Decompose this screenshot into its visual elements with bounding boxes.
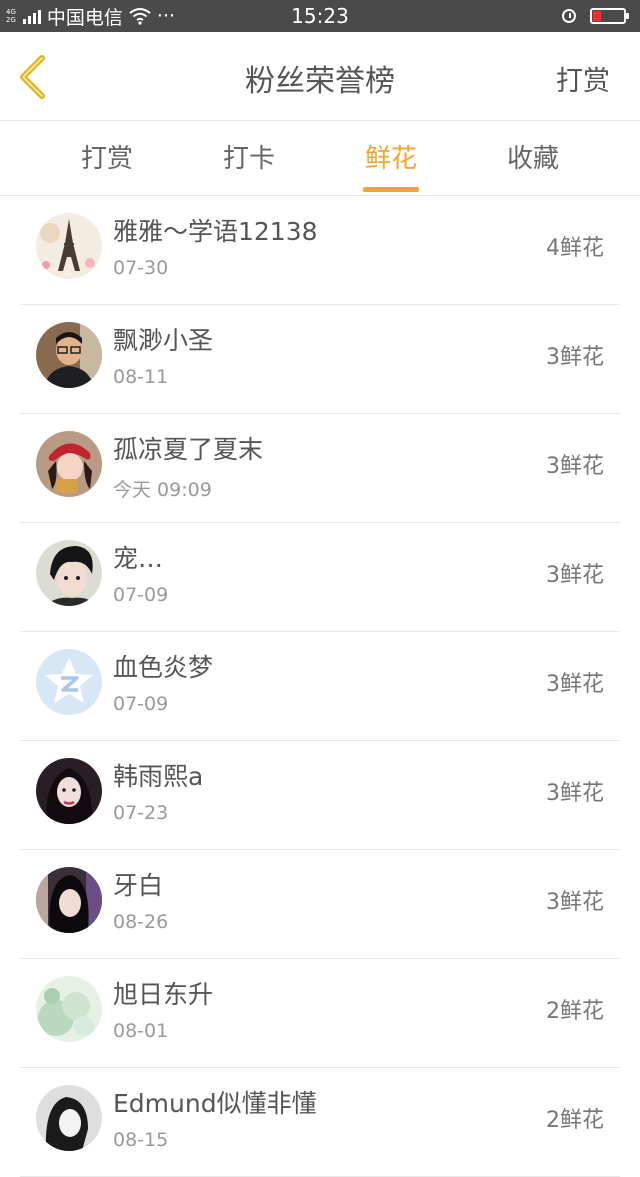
status-time: 15:23 bbox=[291, 4, 349, 28]
fan-name: 飘渺小圣 bbox=[113, 326, 214, 355]
fan-name: Edmund似懂非懂 bbox=[113, 1089, 317, 1118]
fan-date: 08-11 bbox=[113, 366, 169, 388]
fan-list: 雅雅～学语12138 07-30 4鲜花 飘渺小圣 08-11 3鲜花 孤凉夏了… bbox=[0, 196, 640, 1177]
girl-dark-hair-avatar bbox=[36, 867, 102, 933]
tab-favorites[interactable]: 收藏 bbox=[462, 121, 604, 195]
fan-date: 今天 09:09 bbox=[113, 479, 212, 501]
list-item[interactable]: 旭日东升 08-01 2鲜花 bbox=[20, 959, 620, 1068]
list-item[interactable]: 孤凉夏了夏末 今天 09:09 3鲜花 bbox=[20, 414, 620, 523]
fan-date: 08-26 bbox=[113, 911, 169, 933]
girl-portrait-avatar bbox=[36, 758, 102, 824]
boy-portrait-avatar bbox=[36, 540, 102, 606]
tab-reward[interactable]: 打赏 bbox=[36, 121, 178, 195]
flower-count: 3鲜花 bbox=[546, 345, 604, 370]
default-qzone-avatar bbox=[36, 649, 102, 715]
list-item[interactable]: 飘渺小圣 08-11 3鲜花 bbox=[20, 305, 620, 414]
flower-count: 3鲜花 bbox=[546, 672, 604, 697]
watercolor-avatar bbox=[36, 976, 102, 1042]
fan-date: 07-09 bbox=[113, 584, 169, 606]
list-item[interactable]: 雅雅～学语12138 07-30 4鲜花 bbox=[20, 196, 620, 305]
status-bar: 4G 2G 中国电信 ··· 15:23 bbox=[0, 0, 640, 32]
reward-button[interactable]: 打赏 bbox=[556, 32, 610, 120]
fan-date: 07-30 bbox=[113, 257, 169, 279]
fan-name: 旭日东升 bbox=[113, 980, 214, 1009]
list-item[interactable]: 血色炎梦 07-09 3鲜花 bbox=[20, 632, 620, 741]
battery-icon bbox=[590, 8, 629, 24]
flower-count: 2鲜花 bbox=[546, 999, 604, 1024]
flower-count: 4鲜花 bbox=[546, 236, 604, 261]
fan-date: 08-15 bbox=[113, 1129, 169, 1151]
fan-name: 雅雅～学语12138 bbox=[113, 217, 318, 246]
status-right bbox=[562, 0, 629, 32]
eiffel-tower-avatar bbox=[36, 213, 102, 279]
alarm-icon bbox=[562, 9, 576, 23]
list-item[interactable]: 宠… 07-09 3鲜花 bbox=[20, 523, 620, 632]
tab-checkin[interactable]: 打卡 bbox=[178, 121, 320, 195]
girl-red-hat-avatar bbox=[36, 431, 102, 497]
flower-count: 3鲜花 bbox=[546, 563, 604, 588]
list-item[interactable]: 韩雨熙a 07-23 3鲜花 bbox=[20, 741, 620, 850]
flower-count: 3鲜花 bbox=[546, 781, 604, 806]
flower-count: 3鲜花 bbox=[546, 890, 604, 915]
fan-date: 08-01 bbox=[113, 1020, 169, 1042]
tab-bar: 打赏 打卡 鲜花 收藏 bbox=[0, 121, 640, 196]
list-item[interactable]: Edmund似懂非懂 08-15 2鲜花 bbox=[20, 1068, 620, 1177]
tab-flowers[interactable]: 鲜花 bbox=[320, 121, 462, 195]
fan-name: 血色炎梦 bbox=[113, 653, 214, 682]
flower-count: 3鲜花 bbox=[546, 454, 604, 479]
list-item[interactable]: 牙白 08-26 3鲜花 bbox=[20, 850, 620, 959]
bw-portrait-avatar bbox=[36, 1085, 102, 1151]
fan-name: 孤凉夏了夏末 bbox=[113, 435, 264, 464]
active-tab-indicator bbox=[363, 187, 419, 192]
fan-name: 宠… bbox=[113, 544, 164, 573]
nav-bar: 粉丝荣誉榜 打赏 bbox=[0, 32, 640, 121]
fan-name: 韩雨熙a bbox=[113, 762, 204, 791]
chevron-left-icon bbox=[20, 55, 45, 99]
fan-date: 07-09 bbox=[113, 693, 169, 715]
page-title: 粉丝荣誉榜 bbox=[245, 64, 395, 99]
man-with-glasses-avatar bbox=[36, 322, 102, 388]
flower-count: 2鲜花 bbox=[546, 1108, 604, 1133]
fan-date: 07-23 bbox=[113, 802, 169, 824]
back-button[interactable] bbox=[14, 54, 58, 100]
fan-name: 牙白 bbox=[113, 871, 164, 900]
